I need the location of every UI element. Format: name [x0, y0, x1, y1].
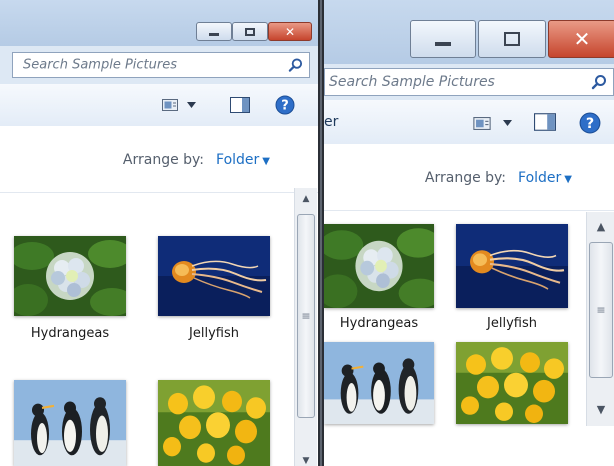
change-view-button[interactable] — [160, 96, 198, 114]
thumbnail-hydrangeas[interactable] — [324, 224, 434, 308]
close-icon: ✕ — [573, 27, 591, 51]
preview-pane-icon — [534, 113, 556, 131]
chevron-down-icon[interactable]: ▼ — [262, 156, 270, 167]
file-list: Arrange by: Folder ▼ Hydrangeas Jellyfish … — [0, 126, 318, 466]
svg-text:?: ? — [281, 99, 289, 114]
vertical-scrollbar[interactable]: ▲ ≡ ▼ — [294, 188, 317, 466]
scroll-up-icon[interactable]: ▲ — [587, 220, 614, 233]
help-button[interactable]: ? — [274, 94, 296, 116]
grip-icon: ≡ — [301, 309, 311, 323]
file-name[interactable]: Jellyfish — [456, 316, 568, 331]
address-bar: Search Sample Pictures — [0, 46, 318, 84]
command-bar: er ? — [324, 100, 614, 145]
change-view-button[interactable] — [470, 114, 514, 132]
minimize-button[interactable] — [410, 20, 476, 58]
divider — [0, 192, 318, 193]
vertical-scrollbar[interactable]: ▲ ≡ ▼ — [586, 212, 614, 426]
chevron-down-icon — [187, 102, 196, 108]
minimize-icon — [435, 42, 451, 46]
file-name[interactable]: Hydrangeas — [324, 316, 434, 331]
search-icon[interactable] — [288, 58, 303, 73]
thumbnail-tulips[interactable] — [158, 380, 270, 466]
preview-pane-button[interactable] — [532, 112, 558, 132]
maximize-button[interactable] — [232, 22, 268, 41]
file-list: Arrange by: Folder ▼ Hydrangeas Jellyfish … — [324, 144, 614, 466]
explorer-window-right: ✕ Search Sample Pictures er ? Arrange by… — [324, 0, 614, 466]
scrollbar-thumb[interactable]: ≡ — [297, 214, 315, 418]
arrange-label: Arrange by: — [424, 170, 507, 186]
maximize-icon — [504, 32, 520, 46]
close-icon: ✕ — [284, 24, 296, 39]
arrange-value-link[interactable]: Folder — [518, 170, 561, 186]
minimize-icon — [209, 33, 219, 36]
divider — [324, 210, 614, 211]
thumbnail-hydrangeas[interactable] — [14, 236, 126, 316]
search-icon[interactable] — [591, 74, 607, 90]
thumbnail-jellyfish[interactable] — [158, 236, 270, 316]
scrollbar-thumb[interactable]: ≡ — [589, 242, 613, 378]
chevron-down-icon — [502, 120, 512, 126]
help-icon: ? — [579, 112, 601, 134]
arrange-label: Arrange by: — [122, 152, 205, 168]
title-bar[interactable]: ✕ — [324, 0, 614, 64]
close-button[interactable]: ✕ — [548, 20, 614, 58]
chevron-down-icon[interactable]: ▼ — [564, 174, 572, 185]
command-bar: ? — [0, 84, 318, 127]
arrange-by: Arrange by: Folder ▼ — [123, 152, 270, 168]
help-button[interactable]: ? — [578, 111, 602, 135]
file-name[interactable]: Hydrangeas — [14, 326, 126, 341]
maximize-button[interactable] — [478, 20, 546, 58]
search-input[interactable]: Search Sample Pictures — [12, 52, 310, 78]
search-placeholder: Search Sample Pictures — [329, 74, 495, 90]
arrange-by: Arrange by: Folder ▼ — [425, 170, 572, 186]
svg-text:?: ? — [586, 116, 594, 132]
scroll-up-icon[interactable]: ▲ — [295, 194, 317, 204]
preview-pane-button[interactable] — [228, 96, 252, 114]
scroll-down-icon[interactable]: ▼ — [587, 403, 614, 416]
close-button[interactable]: ✕ — [268, 22, 312, 41]
minimize-button[interactable] — [196, 22, 232, 41]
thumbnail-penguins[interactable] — [324, 342, 434, 424]
title-bar[interactable]: ✕ — [0, 0, 318, 46]
search-placeholder: Search Sample Pictures — [23, 57, 178, 73]
grip-icon: ≡ — [596, 303, 606, 317]
maximize-icon — [245, 27, 255, 36]
arrange-value-link[interactable]: Folder — [216, 152, 259, 168]
change-view-icon — [162, 99, 178, 111]
change-view-icon — [472, 116, 491, 130]
thumbnail-tulips[interactable] — [456, 342, 568, 424]
thumbnail-jellyfish[interactable] — [456, 224, 568, 308]
thumbnail-penguins[interactable] — [14, 380, 126, 466]
address-bar: Search Sample Pictures — [324, 64, 614, 100]
file-name[interactable]: Jellyfish — [158, 326, 270, 341]
preview-pane-icon — [230, 97, 250, 113]
search-input[interactable]: Search Sample Pictures — [324, 68, 614, 96]
help-icon: ? — [275, 95, 295, 115]
scroll-down-icon[interactable]: ▼ — [295, 456, 317, 466]
toolbar-partial-label[interactable]: er — [324, 114, 338, 130]
explorer-window-left: ✕ Search Sample Pictures ? Arrange by: F… — [0, 0, 318, 466]
